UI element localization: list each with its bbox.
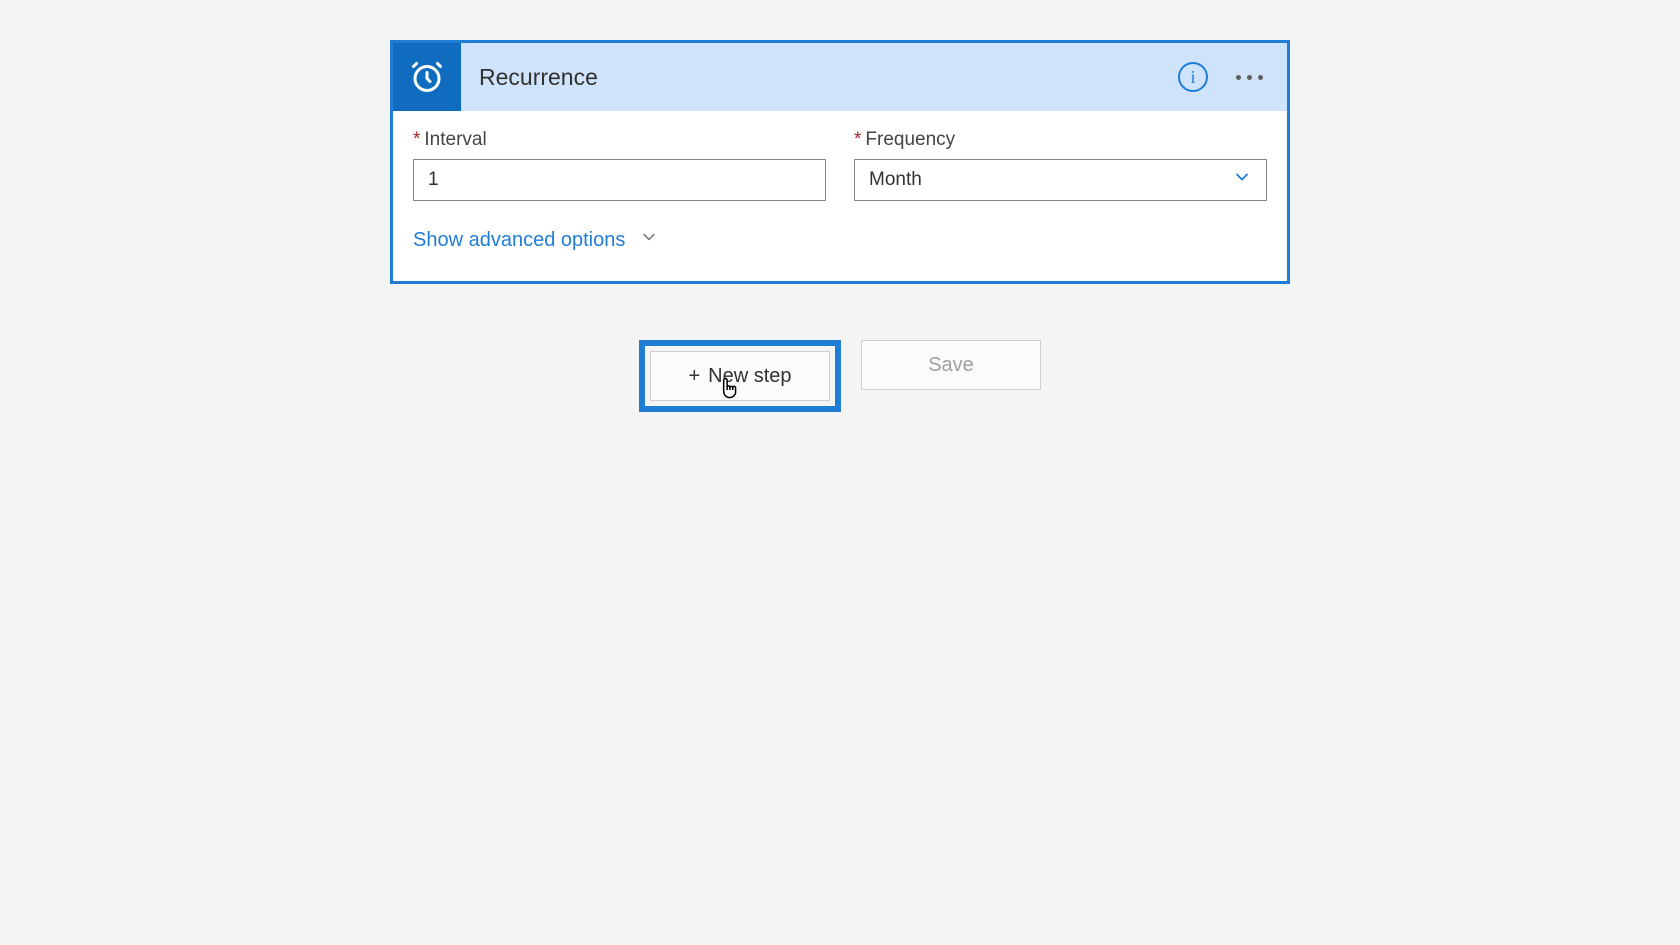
info-icon[interactable]: i — [1178, 62, 1208, 92]
save-button[interactable]: Save — [861, 340, 1041, 390]
advanced-options-label: Show advanced options — [413, 229, 625, 252]
new-step-label: New step — [708, 365, 791, 388]
card-title: Recurrence — [461, 64, 1178, 91]
chevron-down-icon — [1232, 167, 1252, 193]
interval-field: *Interval — [413, 129, 826, 201]
card-header: Recurrence i — [393, 43, 1287, 111]
fields-row: *Interval *Frequency Month — [413, 129, 1267, 201]
plus-icon: + — [688, 365, 700, 388]
chevron-down-icon — [639, 227, 659, 253]
more-menu-icon[interactable] — [1236, 75, 1263, 80]
recurrence-icon — [393, 43, 461, 111]
info-icon-glyph: i — [1190, 68, 1195, 86]
card-body: *Interval *Frequency Month — [393, 111, 1287, 281]
new-step-button[interactable]: + New step — [650, 351, 830, 401]
show-advanced-options-toggle[interactable]: Show advanced options — [413, 227, 659, 253]
interval-label-text: Interval — [424, 129, 486, 150]
interval-input[interactable] — [413, 159, 826, 201]
frequency-field: *Frequency Month — [854, 129, 1267, 201]
required-star: * — [413, 129, 420, 150]
save-label: Save — [928, 354, 974, 377]
new-step-highlight: + New step — [639, 340, 841, 412]
frequency-label: *Frequency — [854, 129, 1267, 151]
header-actions: i — [1178, 62, 1287, 92]
frequency-select[interactable]: Month — [854, 159, 1267, 201]
required-star: * — [854, 129, 861, 150]
actions-row: + New step Save — [0, 340, 1680, 412]
frequency-select-value: Month — [869, 169, 922, 191]
interval-label: *Interval — [413, 129, 826, 151]
recurrence-card: Recurrence i *Interval — [390, 40, 1290, 284]
frequency-label-text: Frequency — [865, 129, 955, 150]
